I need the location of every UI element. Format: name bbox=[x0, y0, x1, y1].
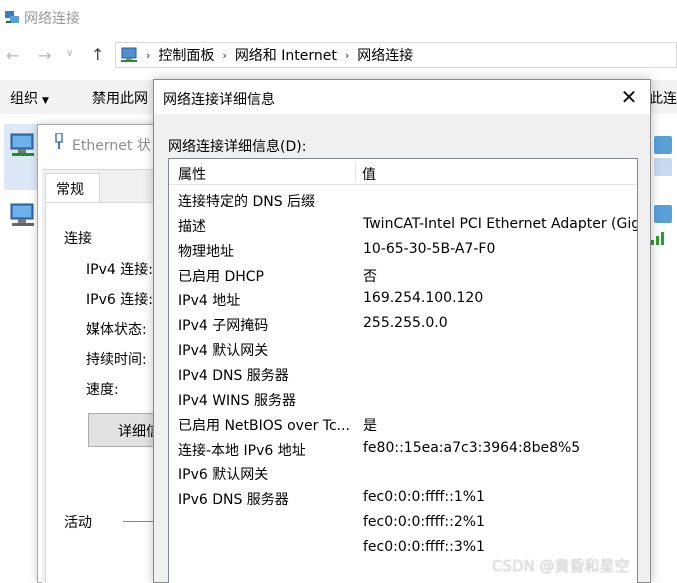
chevron-right-icon: › bbox=[146, 48, 151, 62]
row-value[interactable]: fec0:0:0:ffff::2%1 bbox=[363, 514, 485, 530]
organize-menu[interactable]: 组织 ▼ bbox=[10, 88, 49, 108]
details-list[interactable]: 属性 值 连接特定的 DNS 后缀 描述 TwinCAT-Intel PCI Eth… bbox=[168, 158, 638, 583]
forward-arrow-icon[interactable]: → bbox=[38, 46, 51, 65]
back-arrow-icon[interactable]: ← bbox=[6, 46, 19, 65]
chevron-right-icon: › bbox=[344, 48, 350, 62]
breadcrumb-network-internet[interactable]: 网络和 Internet bbox=[235, 45, 337, 65]
row-property[interactable]: IPv4 DNS 服务器 bbox=[178, 365, 356, 385]
network-icon bbox=[121, 47, 137, 62]
row-value[interactable]: 255.255.0.0 bbox=[363, 315, 448, 331]
activity-section-label: 活动 bbox=[64, 515, 92, 531]
watermark: CSDN @黄昏和星空 bbox=[492, 557, 630, 575]
row-value[interactable]: fec0:0:0:ffff::3%1 bbox=[363, 539, 485, 555]
row-property[interactable]: IPv4 WINS 服务器 bbox=[178, 390, 356, 410]
signal-strength-icon bbox=[651, 232, 664, 245]
rename-connection-button[interactable]: 此连 bbox=[649, 88, 677, 108]
row-property[interactable]: 连接特定的 DNS 后缀 bbox=[178, 191, 356, 211]
row-property[interactable]: IPv4 地址 bbox=[178, 290, 356, 310]
row-property[interactable]: IPv6 DNS 服务器 bbox=[178, 489, 356, 509]
address-bar[interactable]: › 控制面板 › 网络和 Internet › 网络连接 bbox=[115, 42, 677, 68]
row-value[interactable]: fe80::15ea:a7c3:3964:8be8%5 bbox=[363, 440, 580, 456]
disable-device-button[interactable]: 禁用此网 bbox=[92, 88, 148, 108]
row-property[interactable]: IPv4 子网掩码 bbox=[178, 315, 356, 335]
column-divider[interactable] bbox=[355, 161, 356, 183]
organize-label: 组织 bbox=[10, 91, 38, 107]
speed-label: 速度: bbox=[86, 382, 119, 398]
chevron-right-icon: › bbox=[222, 48, 227, 62]
row-property[interactable]: 已启用 NetBIOS over Tc... bbox=[178, 415, 356, 435]
breadcrumb-control-panel[interactable]: 控制面板 bbox=[158, 45, 214, 65]
duration-label: 持续时间: bbox=[86, 352, 147, 368]
tab-general[interactable]: 常规 bbox=[45, 173, 100, 203]
column-header-property[interactable]: 属性 bbox=[178, 164, 206, 184]
breadcrumb-network-connections[interactable]: 网络连接 bbox=[357, 45, 413, 65]
ipv6-connectivity-label: IPv6 连接: bbox=[86, 292, 153, 308]
details-titlebar: 网络连接详细信息 ✕ bbox=[154, 80, 650, 114]
row-property[interactable]: IPv6 默认网关 bbox=[178, 464, 356, 484]
column-header-value[interactable]: 值 bbox=[362, 164, 376, 184]
adapter-icon[interactable] bbox=[654, 158, 672, 176]
network-adapter-icon[interactable] bbox=[8, 200, 38, 230]
row-value[interactable]: 169.254.100.120 bbox=[363, 290, 483, 306]
ethernet-status-title: Ethernet 状 bbox=[72, 138, 151, 154]
adapter-icon[interactable] bbox=[654, 205, 672, 223]
explorer-title: 网络连接 bbox=[24, 11, 80, 27]
row-property[interactable]: 描述 bbox=[178, 216, 356, 236]
row-property[interactable]: IPv4 默认网关 bbox=[178, 340, 356, 360]
details-title: 网络连接详细信息 bbox=[163, 92, 275, 108]
row-value[interactable]: fec0:0:0:ffff::1%1 bbox=[363, 489, 485, 505]
adapter-icon[interactable] bbox=[654, 136, 672, 154]
ethernet-plug-icon bbox=[55, 133, 63, 149]
connection-section-label: 连接 bbox=[64, 231, 92, 247]
row-property[interactable]: 已启用 DHCP bbox=[178, 266, 356, 286]
close-icon[interactable]: ✕ bbox=[616, 84, 642, 110]
network-connection-details-dialog: 网络连接详细信息 ✕ 网络连接详细信息(D): 属性 值 连接特定的 DNS 后… bbox=[153, 79, 651, 583]
recent-chevron-icon[interactable]: ∨ bbox=[66, 48, 73, 59]
row-value[interactable]: 否 bbox=[363, 266, 377, 286]
list-header: 属性 值 bbox=[169, 159, 637, 185]
row-property[interactable]: 物理地址 bbox=[178, 241, 356, 261]
row-value[interactable]: 10-65-30-5B-A7-F0 bbox=[363, 241, 495, 257]
explorer-titlebar: 网络连接 bbox=[0, 0, 677, 36]
row-value[interactable]: TwinCAT-Intel PCI Ethernet Adapter (Gig bbox=[363, 216, 637, 232]
ipv4-connectivity-label: IPv4 连接: bbox=[86, 262, 153, 278]
caret-down-icon: ▼ bbox=[42, 96, 49, 106]
ethernet-adapter-icon[interactable] bbox=[8, 130, 38, 160]
row-value[interactable]: 是 bbox=[363, 415, 377, 435]
details-list-label: 网络连接详细信息(D): bbox=[168, 139, 307, 155]
row-property[interactable]: 连接-本地 IPv6 地址 bbox=[178, 440, 356, 460]
media-state-label: 媒体状态: bbox=[86, 322, 147, 338]
network-folder-icon bbox=[5, 11, 19, 23]
up-arrow-icon[interactable]: ↑ bbox=[91, 45, 104, 64]
